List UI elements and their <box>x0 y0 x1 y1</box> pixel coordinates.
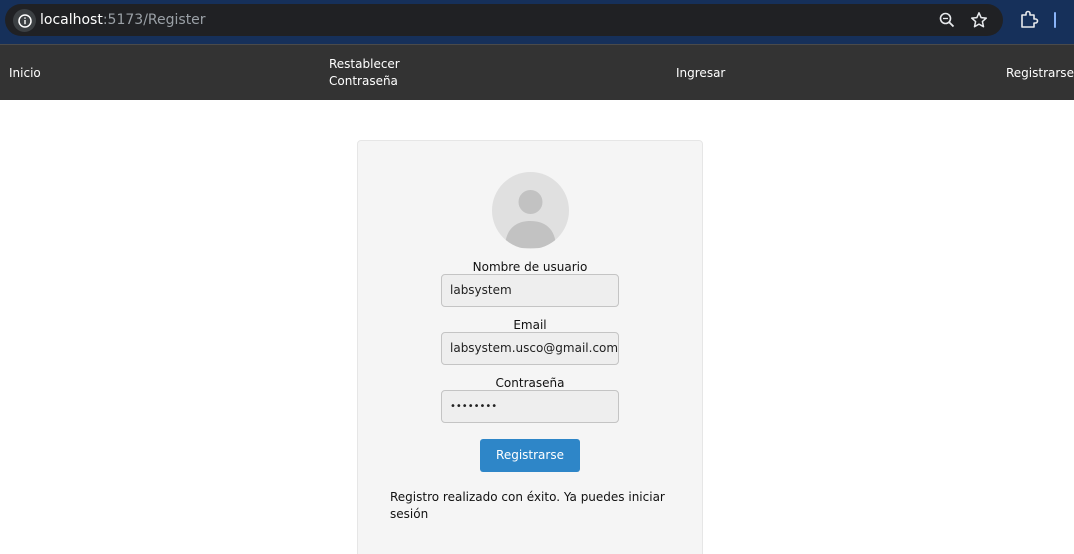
info-icon[interactable] <box>13 9 36 32</box>
toolbar-divider <box>1054 12 1056 28</box>
nav-link-reset-line2: Contraseña <box>329 74 398 88</box>
url-text[interactable]: localhost:5173/Register <box>40 11 206 29</box>
user-avatar-icon <box>492 172 569 249</box>
nav-link-restablecer-contrasena[interactable]: Restablecer Contraseña <box>329 56 400 90</box>
url-path: :5173/Register <box>102 12 206 28</box>
register-form-card: Nombre de usuario labsystem Email labsys… <box>357 140 703 554</box>
nav-link-registrarse[interactable]: Registrarse <box>1006 65 1074 82</box>
app-navbar: Inicio Restablecer Contraseña Ingresar R… <box>0 44 1074 100</box>
bookmark-star-icon[interactable] <box>969 10 989 30</box>
nav-link-inicio[interactable]: Inicio <box>9 65 41 82</box>
username-input[interactable]: labsystem <box>441 274 619 307</box>
password-label: Contraseña <box>495 376 565 390</box>
email-label: Email <box>513 318 547 332</box>
url-host: localhost <box>40 12 103 28</box>
register-button[interactable]: Registrarse <box>480 439 580 472</box>
nav-link-reset-line1: Restablecer <box>329 57 400 71</box>
success-message: Registro realizado con éxito. Ya puedes … <box>390 490 665 521</box>
password-input[interactable]: •••••••• <box>441 390 619 423</box>
username-label: Nombre de usuario <box>472 260 588 274</box>
extensions-icon[interactable] <box>1018 9 1040 31</box>
zoom-icon[interactable] <box>937 10 957 30</box>
nav-link-ingresar[interactable]: Ingresar <box>676 65 725 82</box>
browser-toolbar: localhost:5173/Register <box>0 0 1074 44</box>
address-bar[interactable]: localhost:5173/Register <box>5 4 1003 36</box>
email-input[interactable]: labsystem.usco@gmail.com <box>441 332 619 365</box>
